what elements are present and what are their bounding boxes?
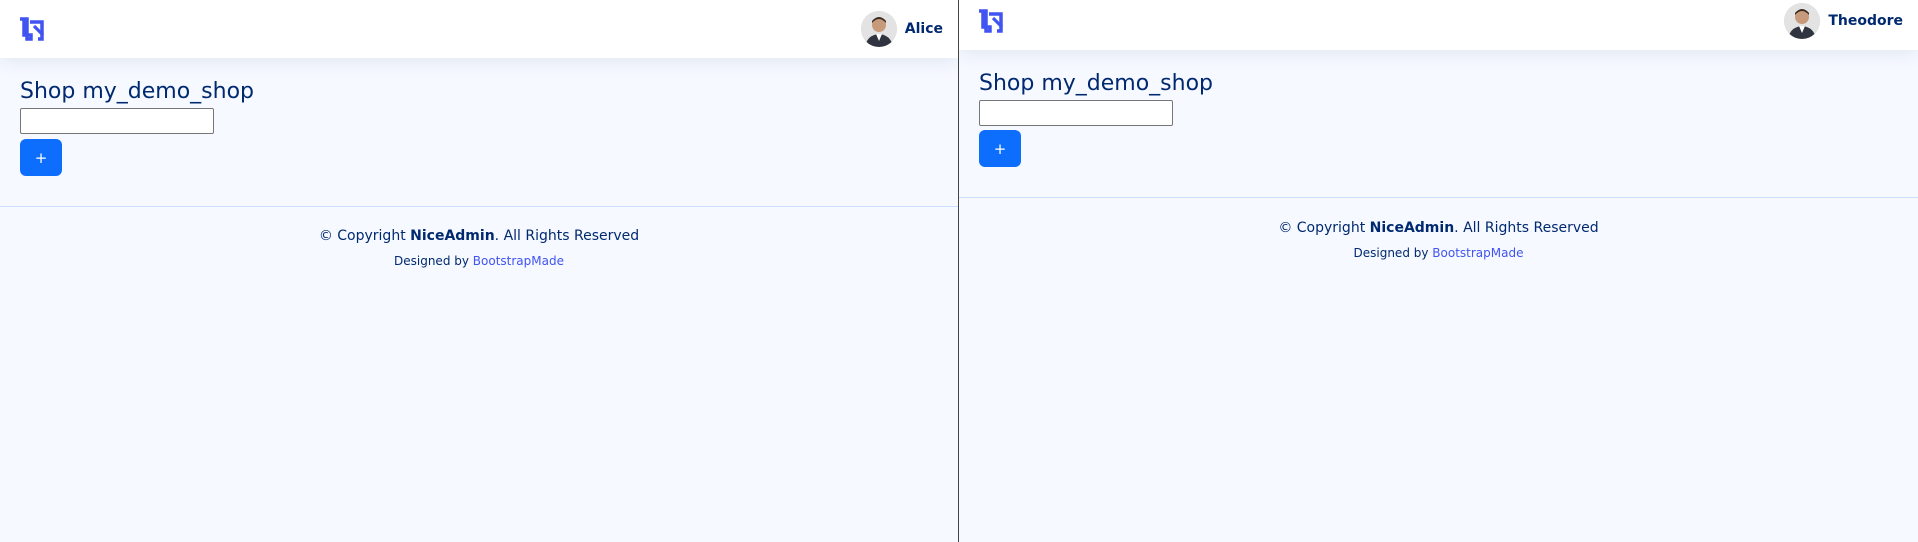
browser-pane-left: Alice Shop my_demo_shop + © Copyright Ni… xyxy=(0,0,958,542)
add-button[interactable]: + xyxy=(20,139,62,176)
profile-menu[interactable]: Alice xyxy=(860,11,943,47)
shop-input[interactable] xyxy=(979,100,1173,126)
niceadmin-logo-icon[interactable] xyxy=(19,16,46,42)
copyright-suffix: . All Rights Reserved xyxy=(494,228,640,244)
browser-pane-right: Theodore Shop my_demo_shop + © Copyright… xyxy=(959,0,1918,542)
copyright: © Copyright NiceAdmin. All Rights Reserv… xyxy=(959,220,1918,236)
credits: Designed by BootstrapMade xyxy=(0,254,958,268)
copyright-brand: NiceAdmin xyxy=(410,228,495,244)
credits-prefix: Designed by xyxy=(1353,246,1433,260)
screen: Alice Shop my_demo_shop + © Copyright Ni… xyxy=(0,0,1918,542)
footer-divider xyxy=(959,197,1918,198)
credits-prefix: Designed by xyxy=(394,254,473,268)
copyright-suffix: . All Rights Reserved xyxy=(1454,220,1599,236)
avatar[interactable] xyxy=(860,11,897,47)
shop-input[interactable] xyxy=(20,108,214,134)
avatar[interactable] xyxy=(1784,3,1821,39)
footer-divider xyxy=(0,206,958,207)
bootstrapmade-link[interactable]: BootstrapMade xyxy=(473,254,564,268)
header: Alice xyxy=(0,0,958,58)
credits: Designed by BootstrapMade xyxy=(959,246,1918,260)
bootstrapmade-link[interactable]: BootstrapMade xyxy=(1432,246,1523,260)
page-title: Shop my_demo_shop xyxy=(20,79,254,104)
copyright-prefix: © Copyright xyxy=(318,228,411,244)
add-button[interactable]: + xyxy=(979,130,1021,167)
username[interactable]: Theodore xyxy=(1828,13,1903,29)
username[interactable]: Alice xyxy=(905,21,943,37)
copyright-prefix: © Copyright xyxy=(1278,220,1370,236)
profile-menu[interactable]: Theodore xyxy=(1784,3,1903,39)
copyright: © Copyright NiceAdmin. All Rights Reserv… xyxy=(0,228,958,244)
copyright-brand: NiceAdmin xyxy=(1369,220,1455,236)
niceadmin-logo-icon[interactable] xyxy=(978,8,1005,34)
header: Theodore xyxy=(959,0,1918,50)
page-title: Shop my_demo_shop xyxy=(979,71,1213,96)
